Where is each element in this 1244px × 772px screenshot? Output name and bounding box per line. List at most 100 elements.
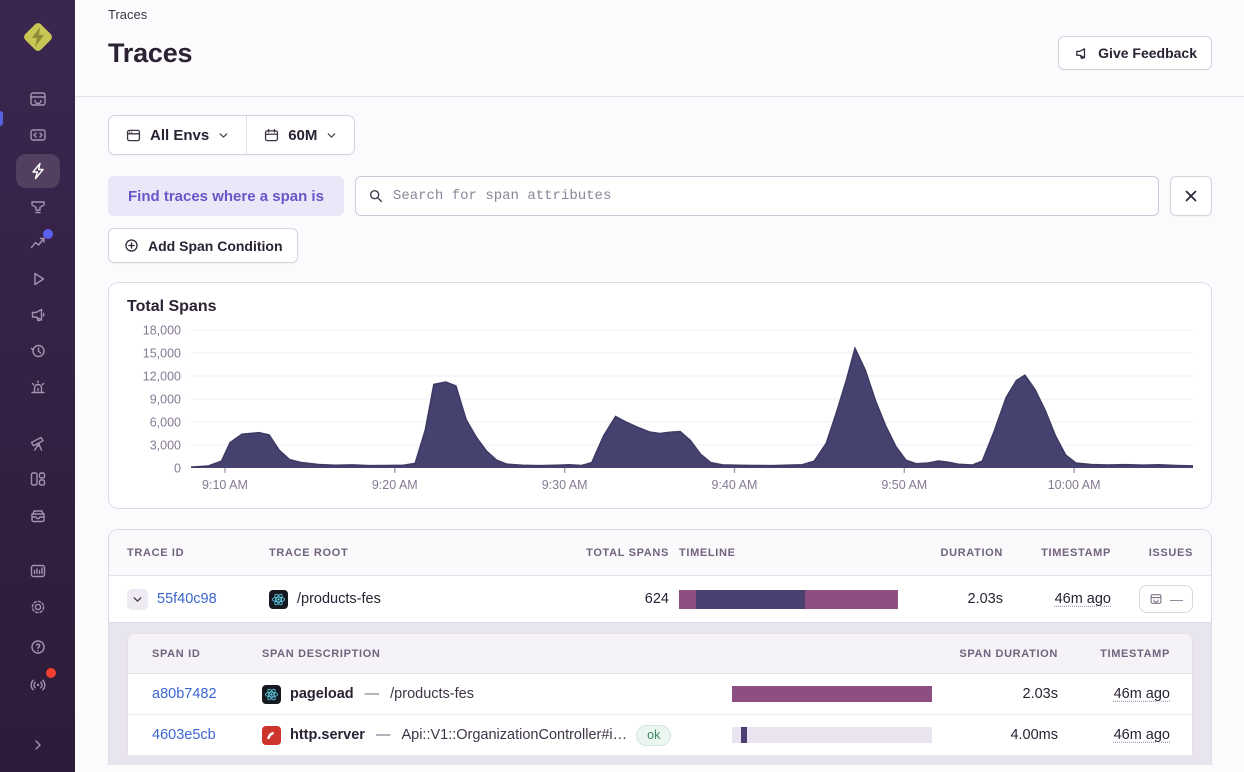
- react-platform-icon: [262, 684, 281, 704]
- trace-root-name[interactable]: /products-fes: [297, 591, 381, 607]
- expanded-spans-section: Span ID Span Description Span Duration T…: [109, 622, 1211, 765]
- sidebar-item-whats-new[interactable]: [16, 668, 60, 702]
- span-id-link[interactable]: 4603e5cb: [152, 727, 216, 743]
- megaphone-icon: [1076, 47, 1086, 59]
- traces-table: Trace ID Trace Root Total Spans Timeline…: [108, 529, 1212, 765]
- separator: —: [375, 727, 391, 743]
- bar-chart-icon: [30, 564, 45, 578]
- col-span-timestamp[interactable]: Timestamp: [1068, 648, 1170, 660]
- notification-dot: [42, 229, 53, 239]
- page-content: All Envs 60M Find traces where a span is: [75, 97, 1244, 772]
- add-span-condition-button[interactable]: Add Span Condition: [108, 228, 298, 263]
- sidebar-item-discover[interactable]: [16, 426, 60, 460]
- issues-count-dash: —: [1170, 591, 1183, 607]
- trace-id-link[interactable]: 55f40c98: [157, 591, 217, 607]
- col-span-description[interactable]: Span Description: [262, 648, 722, 660]
- telescope-icon: [30, 436, 44, 451]
- sidebar-item-crons[interactable]: [16, 334, 60, 368]
- spans-table: Span ID Span Description Span Duration T…: [127, 633, 1193, 757]
- svg-text:10:00 AM: 10:00 AM: [1048, 478, 1101, 492]
- span-duration: 4.00ms: [1010, 727, 1058, 743]
- page-title: Traces: [108, 37, 193, 68]
- trace-timeline-bar[interactable]: [679, 589, 899, 609]
- layout-icon: [30, 472, 45, 486]
- svg-text:9:50 AM: 9:50 AM: [881, 478, 927, 492]
- sidebar-item-insights[interactable]: [16, 226, 60, 260]
- siren-icon: [30, 380, 45, 394]
- close-icon: [1185, 190, 1197, 202]
- sidebar-item-stats[interactable]: [16, 554, 60, 588]
- col-timestamp[interactable]: Timestamp: [1013, 547, 1111, 559]
- span-description[interactable]: /products-fes: [390, 686, 474, 702]
- sidebar-item-issues[interactable]: [16, 82, 60, 116]
- span-description[interactable]: Api::V1::OrganizationController#i…: [401, 727, 627, 743]
- col-trace-root[interactable]: Trace Root: [269, 547, 559, 559]
- code-folder-icon: [29, 129, 46, 141]
- time-range-value: 60M: [288, 126, 318, 144]
- window-icon: [126, 129, 141, 141]
- trace-issues-badge[interactable]: —: [1139, 585, 1193, 613]
- col-timeline[interactable]: Timeline: [679, 547, 903, 559]
- sidebar-item-help[interactable]: [16, 630, 60, 664]
- funnel-icon: [30, 201, 45, 214]
- gear-icon: [31, 600, 44, 614]
- sentry-logo-icon[interactable]: [19, 18, 57, 56]
- span-duration: 2.03s: [1022, 686, 1058, 702]
- page-filter-bar: All Envs 60M: [108, 115, 356, 155]
- spans-table-header: Span ID Span Description Span Duration T…: [128, 634, 1192, 674]
- sidebar-item-archive[interactable]: [16, 498, 60, 532]
- col-trace-id[interactable]: Trace ID: [127, 547, 259, 559]
- breadcrumb[interactable]: Traces: [108, 4, 1212, 22]
- plus-circle-icon: [125, 239, 138, 252]
- sidebar-item-explore[interactable]: [16, 118, 60, 152]
- broadcast-icon: [30, 679, 45, 691]
- sidebar-item-feedback[interactable]: [16, 298, 60, 332]
- svg-text:9:40 AM: 9:40 AM: [712, 478, 758, 492]
- svg-text:9:20 AM: 9:20 AM: [372, 478, 418, 492]
- archive-box-icon: [30, 510, 45, 523]
- clear-search-button[interactable]: [1170, 176, 1212, 216]
- col-span-duration[interactable]: Span Duration: [946, 648, 1058, 660]
- expand-trace-button[interactable]: [127, 588, 148, 610]
- lightning-icon: [31, 162, 44, 180]
- trace-timestamp[interactable]: 46m ago: [1055, 591, 1111, 607]
- col-issues[interactable]: Issues: [1121, 547, 1193, 559]
- total-spans-chart[interactable]: 18,000 15,000 12,000 9,000 6,000 3,000 0 9:10 A…: [127, 320, 1194, 500]
- svg-text:0: 0: [174, 462, 181, 476]
- col-duration[interactable]: Duration: [913, 547, 1003, 559]
- sidebar-item-alerts[interactable]: [16, 370, 60, 404]
- chart-title: Total Spans: [127, 298, 217, 315]
- environment-selector[interactable]: All Envs: [109, 116, 246, 154]
- traces-table-header: Trace ID Trace Root Total Spans Timeline…: [109, 530, 1211, 576]
- chevron-down-icon: [133, 596, 142, 602]
- col-span-id[interactable]: Span ID: [152, 648, 252, 660]
- chevron-down-icon: [219, 132, 228, 138]
- give-feedback-button[interactable]: Give Feedback: [1058, 36, 1212, 70]
- chevron-right-icon: [34, 740, 41, 750]
- span-attributes-search[interactable]: [354, 176, 1159, 216]
- sidebar-item-dashboards[interactable]: [16, 190, 60, 224]
- svg-text:12,000: 12,000: [143, 370, 181, 384]
- question-icon: [30, 640, 45, 654]
- edge-scroll-indicator: [0, 111, 3, 126]
- span-duration-bar[interactable]: [732, 686, 932, 702]
- sidebar-item-replays[interactable]: [16, 262, 60, 296]
- svg-text:9:10 AM: 9:10 AM: [202, 478, 248, 492]
- col-total-spans[interactable]: Total Spans: [569, 547, 669, 559]
- search-input[interactable]: [392, 188, 1146, 204]
- sidebar-item-traces[interactable]: [15, 154, 60, 188]
- span-timestamp[interactable]: 46m ago: [1114, 686, 1170, 702]
- span-timestamp[interactable]: 46m ago: [1114, 727, 1170, 743]
- span-duration-bar[interactable]: [732, 727, 932, 743]
- span-id-link[interactable]: a80b7482: [152, 686, 217, 702]
- time-range-selector[interactable]: 60M: [247, 116, 354, 154]
- sidebar-item-settings[interactable]: [16, 590, 60, 624]
- sidebar-collapse-toggle[interactable]: [16, 728, 60, 762]
- add-span-condition-label: Add Span Condition: [148, 237, 283, 254]
- separator: —: [364, 686, 380, 702]
- sidebar-item-boards[interactable]: [16, 462, 60, 496]
- play-icon: [33, 272, 44, 286]
- svg-text:9,000: 9,000: [150, 393, 181, 407]
- calendar-icon: [265, 128, 279, 141]
- issues-inbox-icon: [29, 92, 46, 106]
